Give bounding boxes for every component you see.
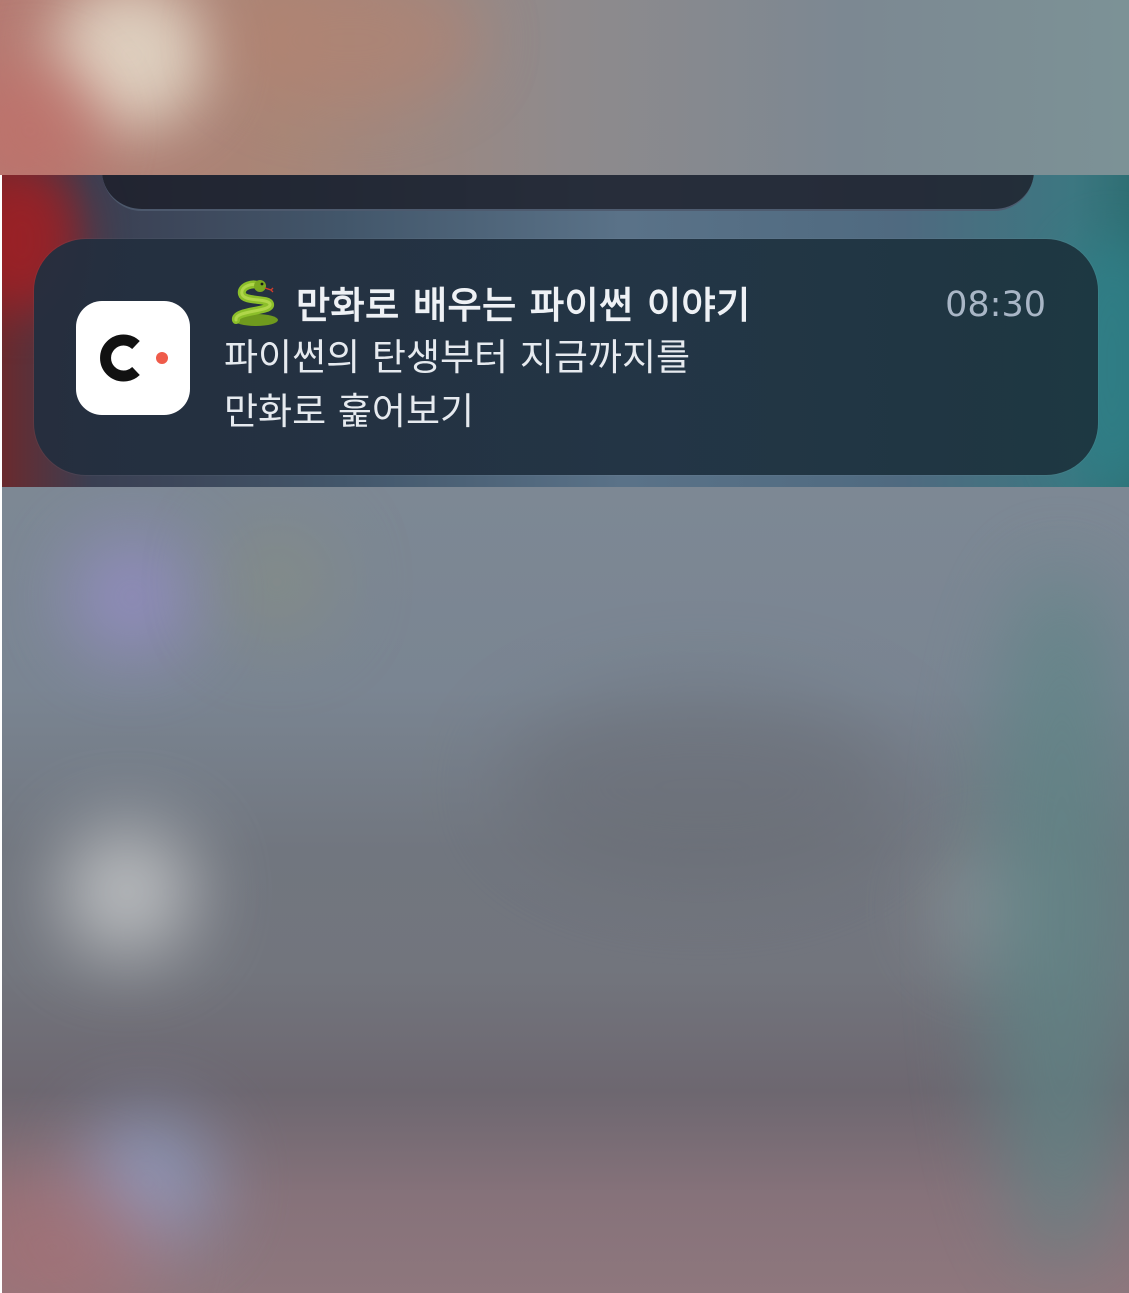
- app-icon-dot: [156, 352, 168, 364]
- notification-card[interactable]: 만화로 배우는 파이썬 이야기 08:30 파이썬의 탄생부터 지금까지를 만화…: [34, 239, 1098, 475]
- notification-time: 08:30: [945, 285, 1046, 325]
- notification-body: 파이썬의 탄생부터 지금까지를 만화로 훑어보기: [224, 336, 691, 433]
- blurred-wallpaper-top: [0, 0, 1129, 175]
- snake-icon: [232, 280, 278, 326]
- app-c-logo-icon: [76, 301, 190, 415]
- stacked-notification-behind[interactable]: [102, 175, 1034, 211]
- blurred-wallpaper-bottom: [2, 487, 1129, 1293]
- notification-title-row: 만화로 배우는 파이썬 이야기: [226, 277, 751, 327]
- notification-title: 만화로 배우는 파이썬 이야기: [296, 284, 751, 327]
- notification-stack: 만화로 배우는 파이썬 이야기 08:30 파이썬의 탄생부터 지금까지를 만화…: [2, 175, 1129, 487]
